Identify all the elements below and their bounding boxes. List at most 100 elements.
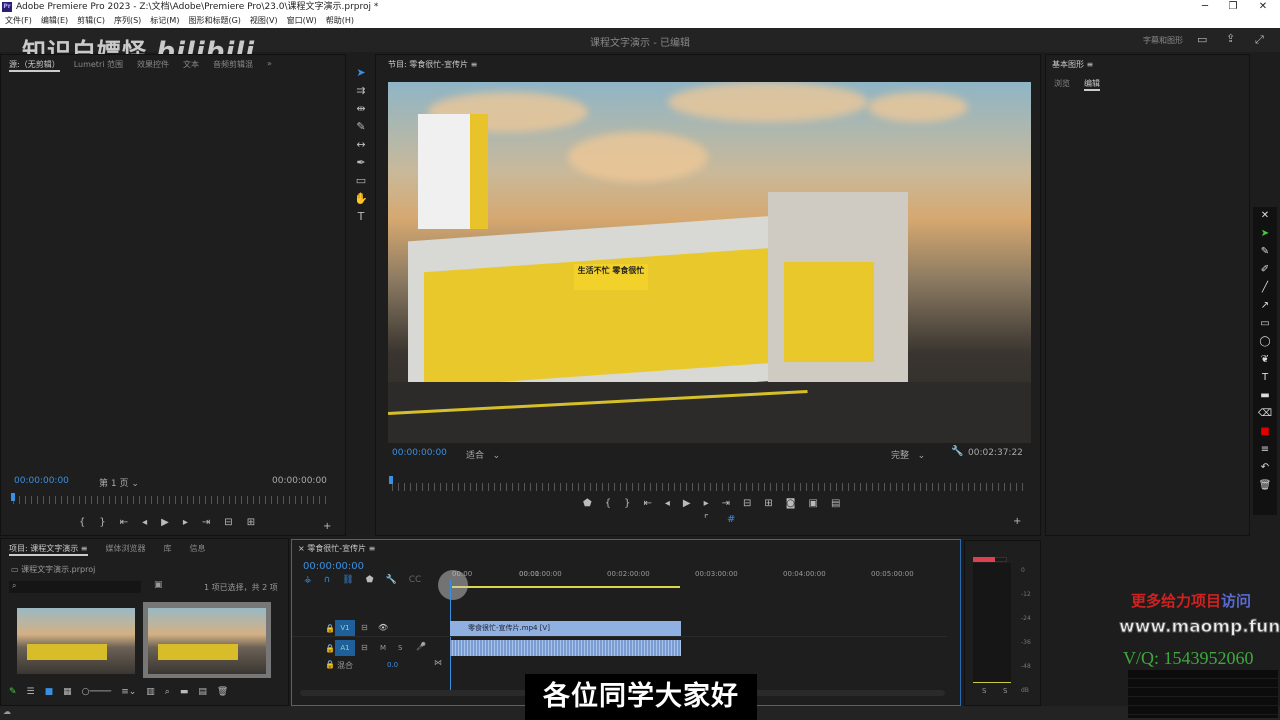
go-to-in-icon[interactable]: ⇤ <box>643 498 651 509</box>
rectangle-icon[interactable]: ▭ <box>1253 315 1277 333</box>
menu-graphics[interactable]: 图形和标题(G) <box>188 14 240 28</box>
quality-select[interactable]: 完整 ⌄ <box>891 448 925 461</box>
solo-button[interactable]: S <box>398 644 402 652</box>
slip-tool-icon[interactable]: ↔ <box>350 136 372 154</box>
write-protect-icon[interactable]: ✎ <box>9 687 17 697</box>
lift-icon[interactable]: ⊟ <box>743 498 751 509</box>
tab-media-browser[interactable]: 媒体浏览器 <box>106 543 146 556</box>
extract-icon[interactable]: ⊞ <box>764 498 772 509</box>
panel-layout-icon[interactable]: ▭ <box>1197 33 1207 46</box>
tab-effect-controls[interactable]: 效果控件 <box>137 59 169 72</box>
tab-audio-clip-mixer[interactable]: 音频剪辑混 <box>213 59 253 72</box>
source-playhead[interactable] <box>11 493 15 501</box>
program-monitor-title[interactable]: 节目: 零食很忙-宣传片 ≡ <box>376 55 1040 74</box>
fill-icon[interactable]: ❦ <box>1253 351 1277 369</box>
restore-button[interactable]: ❐ <box>1218 0 1248 14</box>
safe-margins-icon[interactable]: ⌜ <box>704 514 709 525</box>
program-playhead[interactable] <box>389 476 393 484</box>
source-timecode-in[interactable]: 00:00:00:00 <box>14 476 69 486</box>
go-to-out-icon[interactable]: ⇥ <box>722 498 730 509</box>
more-tabs-icon[interactable]: » <box>267 59 272 72</box>
close-button[interactable]: ✕ <box>1248 0 1278 14</box>
line-width-icon[interactable]: ≡ <box>1253 441 1277 459</box>
insert-icon[interactable]: ⊟ <box>224 517 232 528</box>
step-forward-icon[interactable]: ▸ <box>183 517 188 528</box>
mix-end-icon[interactable]: ⋈ <box>434 658 442 667</box>
minimize-button[interactable]: ─ <box>1190 0 1220 14</box>
snap-icon[interactable]: ∩ <box>324 575 331 585</box>
freeform-view-icon[interactable]: ▦ <box>63 687 72 697</box>
step-forward-icon[interactable]: ▸ <box>704 498 709 509</box>
menu-clip[interactable]: 剪辑(C) <box>77 14 105 28</box>
eye-icon[interactable]: 👁 <box>378 623 388 632</box>
timeline-timecode[interactable]: 00:00:00:00 <box>303 561 364 572</box>
highlighter-icon[interactable]: ✐ <box>1253 261 1277 279</box>
add-button-icon[interactable]: + <box>323 521 331 532</box>
lock-icon[interactable]: 🔒 <box>325 660 335 669</box>
on-screen-keyboard[interactable] <box>1128 670 1278 718</box>
a1-target[interactable]: A1 <box>335 640 355 656</box>
program-video-frame[interactable]: 生活不忙 零食很忙 <box>388 82 1031 443</box>
line-icon[interactable]: ╱ <box>1253 279 1277 297</box>
tab-info[interactable]: 信息 <box>190 543 206 556</box>
work-area-bar[interactable] <box>452 586 680 588</box>
microphone-icon[interactable]: 🎤 <box>416 642 426 651</box>
solo-right-button[interactable]: S <box>1003 687 1007 695</box>
menu-sequence[interactable]: 序列(S) <box>114 14 141 28</box>
step-back-icon[interactable]: ◂ <box>665 498 670 509</box>
hand-tool-icon[interactable]: ✋ <box>350 190 372 208</box>
share-icon[interactable]: ⇪ <box>1226 32 1235 45</box>
find-icon[interactable]: ⌕ <box>165 687 170 697</box>
mix-volume[interactable]: 0.0 <box>387 661 398 669</box>
audio-clip[interactable] <box>450 640 681 656</box>
project-search-input[interactable]: ⌕ <box>9 581 141 593</box>
program-timecode[interactable]: 00:00:00:00 <box>392 448 447 458</box>
step-back-icon[interactable]: ◂ <box>142 517 147 528</box>
video-clip[interactable]: 零食很忙-宣传片.mp4 [V] <box>450 621 681 636</box>
eraser-icon[interactable]: ⌫ <box>1253 405 1277 423</box>
go-to-in-icon[interactable]: ⇤ <box>120 517 128 528</box>
add-marker-icon[interactable]: ⬟ <box>583 498 592 509</box>
timeline-settings-icon[interactable]: 🔧 <box>386 575 397 585</box>
lock-icon[interactable]: 🔒 <box>325 644 335 653</box>
timeline-tab[interactable]: × 零食很忙-宣传片 ≡ <box>298 543 375 554</box>
selection-tool-icon[interactable]: ➤ <box>350 64 372 82</box>
undo-icon[interactable]: ↶ <box>1253 459 1277 477</box>
razor-tool-icon[interactable]: ✎ <box>350 118 372 136</box>
color-swatch-icon[interactable]: ■ <box>1253 423 1277 441</box>
mute-button[interactable]: M <box>380 644 386 652</box>
type-tool-icon[interactable]: T <box>350 208 372 226</box>
icon-view-icon[interactable]: ■ <box>45 687 54 697</box>
page-select[interactable]: 第 1 页 ⌄ <box>99 476 139 489</box>
toggle-proxies-icon[interactable]: ▤ <box>831 498 840 509</box>
fit-select[interactable]: 适合 ⌄ <box>466 448 500 461</box>
zoom-slider[interactable]: ○──── <box>82 687 112 697</box>
overwrite-icon[interactable]: ⊞ <box>247 517 255 528</box>
menu-markers[interactable]: 标记(M) <box>150 14 179 28</box>
tab-source[interactable]: 源:（无剪辑） <box>9 59 60 72</box>
project-item-thumbnail-selected[interactable] <box>148 608 266 674</box>
trash-icon[interactable]: 🗑 <box>1253 477 1277 495</box>
text-icon[interactable]: T <box>1253 369 1277 387</box>
captions-workspace-button[interactable]: 字幕和图形 <box>1143 35 1183 46</box>
menu-help[interactable]: 帮助(H) <box>326 14 354 28</box>
tab-text[interactable]: 文本 <box>183 59 199 72</box>
solo-left-button[interactable]: S <box>982 687 986 695</box>
pointer-icon[interactable]: ➤ <box>1253 225 1277 243</box>
ellipse-icon[interactable]: ◯ <box>1253 333 1277 351</box>
comparison-view-icon[interactable]: ▣ <box>808 498 817 509</box>
export-frame-icon[interactable]: ◙ <box>786 498 796 509</box>
tab-lumetri-scopes[interactable]: Lumetri 范围 <box>74 59 123 72</box>
menu-view[interactable]: 视图(V) <box>250 14 278 28</box>
lock-icon[interactable]: 🔒 <box>325 624 335 633</box>
wrench-icon[interactable]: 🔧 <box>951 446 963 457</box>
automate-icon[interactable]: ▥ <box>146 687 155 697</box>
sync-lock-icon[interactable]: ⊟ <box>361 623 368 632</box>
v1-target[interactable]: V1 <box>335 620 355 636</box>
sync-lock-icon[interactable]: ⊟ <box>361 643 368 652</box>
pen-tool-icon[interactable]: ✒ <box>350 154 372 172</box>
source-time-ruler[interactable] <box>13 496 331 504</box>
nest-icon[interactable]: ⚶ <box>304 575 312 585</box>
mark-in-icon[interactable]: { <box>605 498 611 509</box>
program-time-ruler[interactable] <box>392 483 1026 491</box>
